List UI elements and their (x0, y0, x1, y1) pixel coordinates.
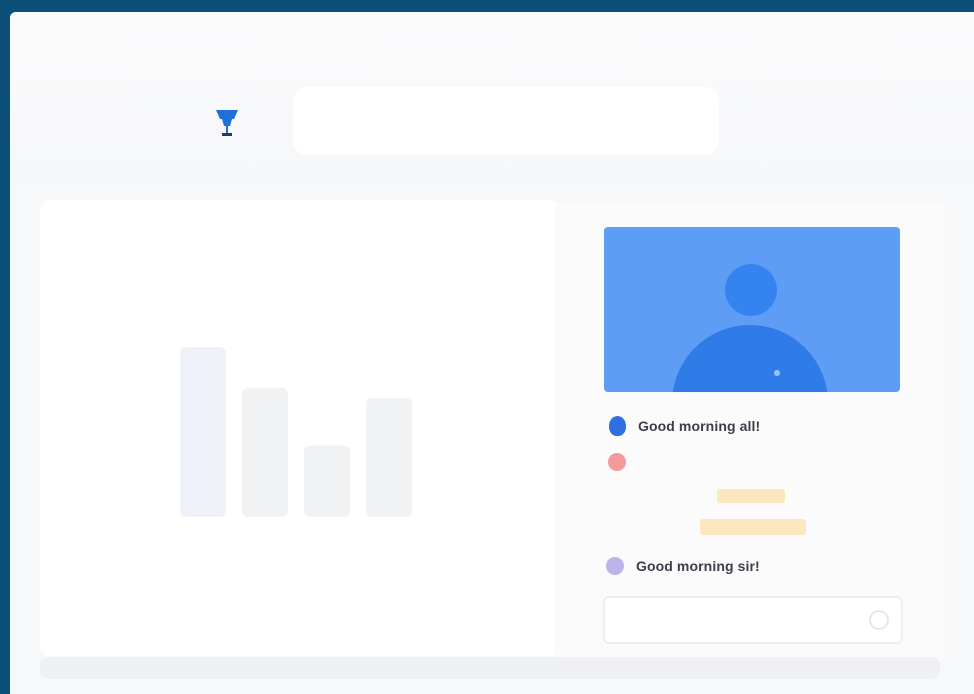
bar-chart (180, 347, 412, 517)
chat-input[interactable] (603, 596, 903, 644)
chart-bar (242, 387, 288, 517)
avatar-body (672, 325, 828, 392)
chat-message: Good morning sir! (606, 557, 760, 575)
participant-video-tile[interactable] (604, 227, 900, 392)
user-avatar-icon (609, 416, 626, 436)
chat-message-text: Good morning sir! (636, 558, 760, 574)
chart-bar (180, 347, 226, 517)
avatar-badge (774, 370, 780, 376)
avatar-head (725, 264, 777, 316)
meeting-window: Good morning all! Good morning sir! (10, 12, 974, 694)
chat-message (608, 453, 638, 471)
chat-message: Good morning all! (609, 416, 760, 436)
typing-placeholder (717, 489, 785, 503)
trophy-icon (216, 110, 238, 136)
chart-bar (366, 398, 412, 517)
user-avatar-icon (606, 557, 624, 575)
user-avatar-icon (608, 453, 626, 471)
chart-bar (304, 445, 350, 517)
send-icon[interactable] (869, 610, 889, 630)
title-search-box[interactable] (293, 87, 719, 155)
typing-placeholder (700, 519, 806, 535)
bottom-toolbar (40, 657, 940, 679)
chat-message-text: Good morning all! (638, 418, 761, 434)
